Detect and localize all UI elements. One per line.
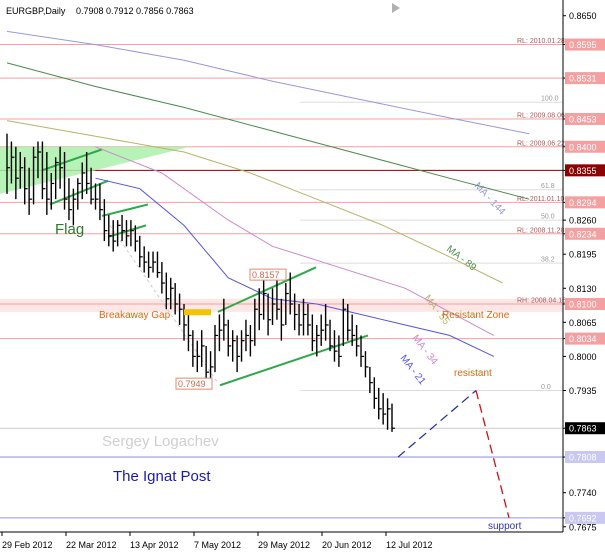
y-tick-label: 0.7935 bbox=[569, 386, 597, 396]
level-label: RH: 2008.04.16 bbox=[517, 298, 566, 305]
x-tick-label: 20 Jun 2012 bbox=[322, 540, 372, 550]
x-tick-label: 29 May 2012 bbox=[258, 540, 310, 550]
support-label: support bbox=[488, 521, 522, 532]
breakaway-gap-label: Breakaway Gap bbox=[99, 310, 171, 321]
y-tick-label: 0.8195 bbox=[569, 250, 597, 260]
level-label: 100.0 bbox=[541, 96, 559, 103]
watermark-label: Sergey Logachev bbox=[102, 433, 219, 450]
chart-ohlc: 0.7908 0.7912 0.7856 0.7863 bbox=[76, 6, 194, 16]
y-tick-label: 0.8260 bbox=[569, 216, 597, 226]
chart-window: RL: 2010.01.28 100.0 RL: 2009.08.06 RL: 200… bbox=[0, 0, 605, 555]
y-tick-label: 0.7863 bbox=[569, 424, 597, 434]
y-tick-label: 0.8294 bbox=[569, 198, 597, 208]
x-tick-label: 7 May 2012 bbox=[194, 540, 241, 550]
level-label: RL: 2009.06.22 bbox=[517, 140, 565, 147]
y-tick-label: 0.8034 bbox=[569, 334, 597, 344]
chart-symbol: EURGBP,Daily bbox=[6, 6, 66, 16]
box-low-value: 0.7949 bbox=[178, 379, 206, 389]
level-label: 61.8 bbox=[541, 183, 555, 190]
y-tick-label: 0.8000 bbox=[569, 352, 597, 362]
x-tick-label: 29 Feb 2012 bbox=[2, 540, 53, 550]
ignat-post-label: The Ignat Post bbox=[113, 468, 211, 485]
y-tick-label: 0.7740 bbox=[569, 488, 597, 498]
y-tick-label: 0.8531 bbox=[569, 74, 597, 84]
level-label: RL: 2011.01.10 bbox=[517, 196, 564, 203]
resistant-label: resistant bbox=[454, 368, 492, 379]
level-label: 0.0 bbox=[541, 384, 551, 391]
y-tick-label: 0.8065 bbox=[569, 318, 597, 328]
level-label: RL: 2009.08.06 bbox=[517, 112, 565, 119]
level-label: RL: 2008.11.28 bbox=[517, 227, 564, 234]
x-tick-label: 22 Mar 2012 bbox=[66, 540, 117, 550]
y-tick-label: 0.8453 bbox=[569, 114, 597, 124]
resistant-zone-label: Resistant Zone bbox=[442, 310, 510, 321]
level-label: RL: 2010.01.28 bbox=[517, 38, 565, 45]
y-tick-label: 0.8355 bbox=[569, 166, 597, 176]
x-tick-label: 13 Apr 2012 bbox=[130, 540, 179, 550]
y-tick-label: 0.8595 bbox=[569, 40, 597, 50]
chart-background bbox=[0, 0, 605, 555]
x-tick-label: 12 Jul 2012 bbox=[386, 540, 433, 550]
y-tick-label: 0.7808 bbox=[569, 453, 597, 463]
y-tick-label: 0.8100 bbox=[569, 300, 597, 310]
y-tick-label: 0.8234 bbox=[569, 229, 597, 239]
y-tick-label: 0.7675 bbox=[569, 522, 597, 532]
breakaway-gap-marker bbox=[184, 309, 211, 316]
ohlc-chart: RL: 2010.01.28 100.0 RL: 2009.08.06 RL: 200… bbox=[0, 0, 605, 555]
box-high-value: 0.8157 bbox=[252, 270, 280, 280]
y-tick-label: 0.8400 bbox=[569, 142, 597, 152]
level-label: 38.2 bbox=[541, 257, 555, 264]
y-tick-label: 0.8130 bbox=[569, 284, 597, 294]
y-tick-label: 0.8650 bbox=[569, 11, 597, 21]
flag-label: Flag bbox=[55, 221, 84, 238]
level-label: 50.0 bbox=[541, 214, 555, 221]
